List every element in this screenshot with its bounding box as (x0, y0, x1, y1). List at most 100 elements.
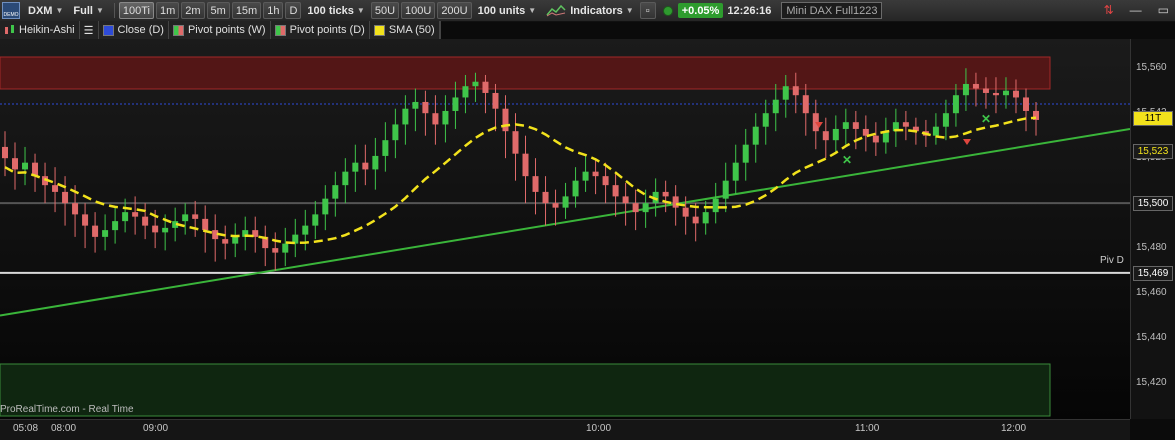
candle-body (772, 99, 779, 114)
maximize-icon[interactable]: ▭ (1158, 3, 1169, 17)
tf-button-d[interactable]: D (285, 2, 302, 19)
candle-body (472, 81, 479, 87)
candles-icon (5, 25, 14, 34)
units-select[interactable]: 100 units ▼ (474, 2, 541, 19)
legend-list-icon[interactable]: ☰ (80, 21, 99, 39)
candle-body (672, 196, 679, 208)
unit-button-200u[interactable]: 200U (437, 2, 472, 19)
candle-body (152, 225, 159, 233)
main-toolbar: DEMO DXM ▼ Full ▼ 100Ti 1m 2m 5m 15m 1h D … (0, 0, 1175, 22)
candle-body (712, 198, 719, 213)
candle-body (952, 95, 959, 114)
candle-body (52, 185, 59, 192)
candle-body (972, 83, 979, 89)
candle-body (782, 86, 789, 100)
price-box: 11T (1133, 110, 1173, 126)
tf-button-100ti[interactable]: 100Ti (118, 2, 154, 19)
panel-toggle-icon[interactable]: ▫ (639, 2, 656, 19)
candle-body (282, 243, 289, 253)
indicators-label: Indicators (570, 4, 623, 17)
legend-label: Pivot points (D) (289, 24, 365, 36)
legend-swatch (373, 24, 385, 36)
candle-body (402, 108, 409, 125)
time-tick: 11:00 (855, 423, 880, 434)
candle-body (612, 185, 619, 197)
candle-body (582, 171, 589, 181)
candle-body (482, 81, 489, 93)
x-marker: ✕ (842, 153, 852, 167)
candle-body (802, 95, 809, 114)
units-label: 100 units (477, 4, 526, 17)
candle-body (662, 191, 669, 197)
candle-body (762, 113, 769, 127)
legend-swatch (172, 24, 184, 36)
candle-body (822, 131, 829, 141)
unit-button-50u[interactable]: 50U (370, 2, 400, 19)
tf-button-15m[interactable]: 15m (231, 2, 262, 19)
demo-badge-label: DEMO (3, 12, 19, 18)
candle-body (132, 212, 139, 217)
candle-body (272, 248, 279, 253)
candle-body (122, 212, 129, 222)
minimize-icon[interactable]: — (1130, 3, 1142, 17)
price-box: 15,500 (1133, 196, 1173, 212)
candle-body (702, 212, 709, 224)
chart-type-selector[interactable]: Heikin-Ashi (0, 21, 80, 39)
price-axis[interactable] (1130, 39, 1175, 419)
candle-body (102, 230, 109, 237)
tf-button-1h[interactable]: 1h (263, 2, 284, 19)
tf-button-5m[interactable]: 5m (206, 2, 230, 19)
candle-body (852, 122, 859, 129)
support-zone (0, 363, 1051, 417)
price-box: 15,469 (1133, 265, 1173, 281)
chevron-down-icon: ▼ (95, 6, 104, 15)
legend-swatch (274, 24, 286, 36)
chart-type-label: Heikin-Ashi (19, 24, 75, 36)
candle-body (162, 227, 169, 233)
price-chart[interactable]: ✕✕ (0, 39, 1130, 419)
candle-body (542, 191, 549, 204)
candle-body (1022, 97, 1029, 111)
instrument-field[interactable]: Mini DAX Full1223 (781, 2, 883, 19)
candle-body (562, 196, 569, 208)
candle-body (2, 146, 8, 159)
legend-item-close[interactable]: Close (D) (99, 21, 169, 39)
tf-label: D (289, 4, 298, 17)
candle-body (72, 203, 79, 215)
candle-body (872, 135, 879, 143)
price-tick: 15,420 (1136, 377, 1167, 389)
legend-item-pivot-d[interactable]: Pivot points (D) (271, 21, 370, 39)
ticker-select[interactable]: DXM ▼ (24, 2, 67, 19)
price-box: 15,523 (1133, 144, 1173, 160)
mode-select[interactable]: Full ▼ (69, 2, 107, 19)
candle-body (942, 113, 949, 127)
indicators-button[interactable]: Indicators ▼ (542, 2, 638, 19)
candle-body (1012, 90, 1019, 98)
toolbar-divider (113, 3, 115, 18)
legend-item-sma[interactable]: SMA (50) (370, 21, 440, 39)
candle-body (62, 191, 69, 204)
candle-body (622, 196, 629, 204)
candle-body (12, 158, 19, 170)
candle-body (832, 128, 839, 141)
mode-label: Full (73, 4, 93, 17)
chevron-down-icon: ▼ (55, 6, 64, 15)
tf-button-1m[interactable]: 1m (155, 2, 180, 19)
legend-item-pivot-w[interactable]: Pivot points (W) (169, 21, 271, 39)
tf-button-2m[interactable]: 2m (181, 2, 205, 19)
tf-label: 15m (235, 4, 258, 17)
candle-body (322, 198, 329, 215)
unit-button-100u[interactable]: 100U (401, 2, 436, 19)
time-axis[interactable] (0, 419, 1130, 440)
legend-label: SMA (50) (388, 24, 435, 36)
candle-body (752, 126, 759, 145)
tf-label: 100Ti (122, 4, 150, 17)
candle-body (792, 86, 799, 96)
candle-body (732, 162, 739, 181)
sync-arrows-icon[interactable]: ⇅ (1104, 3, 1114, 17)
chevron-down-icon: ▼ (356, 6, 365, 15)
ticks-select[interactable]: 100 ticks ▼ (303, 2, 368, 19)
price-tick: 15,440 (1136, 332, 1167, 344)
candle-body (932, 126, 939, 136)
candle-body (432, 113, 439, 125)
